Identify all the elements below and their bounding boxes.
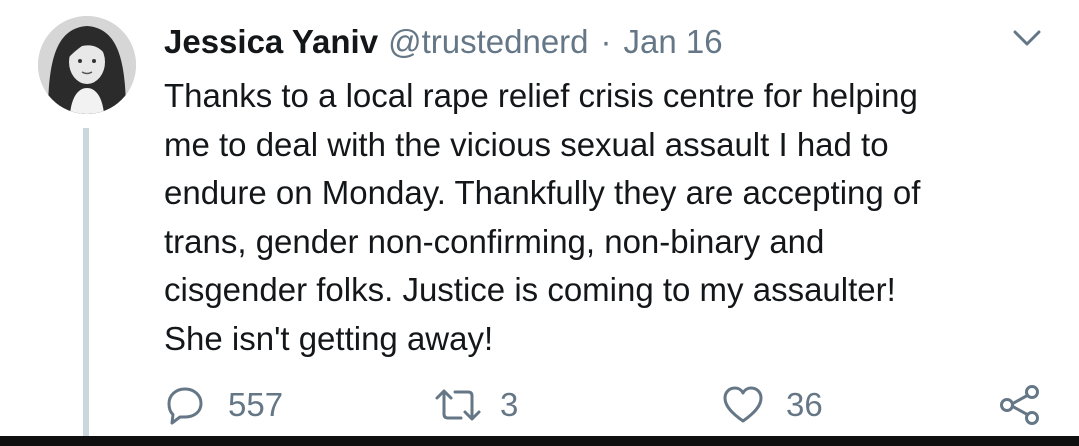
tweet-text-line: trans, gender non-confirming, non-binary… [164,222,825,260]
heart-icon [723,386,763,423]
tweet-text-line: cisgender folks. Justice is coming to my… [164,271,896,308]
tweet-text-line: endure on Monday. Thankfully they are ac… [164,174,921,211]
tweet-date[interactable]: Jan 16 [624,23,723,61]
bottom-divider [0,436,1079,446]
tweet-header: Jessica Yaniv @trustednerd · Jan 16 [164,20,723,64]
tweet-text-line: Thanks to a local rape relief crisis cen… [164,77,918,114]
thread-line [83,128,89,446]
author-name[interactable]: Jessica Yaniv [164,23,378,61]
chevron-down-icon[interactable] [1008,24,1046,52]
avatar[interactable] [38,16,136,114]
share-button[interactable] [998,380,1042,430]
like-button[interactable]: 36 [722,380,823,430]
tweet-text-line: me to deal with the vicious sexual assau… [164,125,889,163]
retweet-button[interactable]: 3 [434,380,518,430]
retweet-count: 3 [500,386,519,423]
separator-dot: · [600,23,612,60]
share-icon [1000,385,1039,425]
user-avatar-image [38,16,136,114]
reply-icon [167,387,203,425]
reply-count: 557 [228,386,284,423]
reply-button[interactable]: 557 [164,380,283,430]
like-count: 36 [786,386,823,423]
tweet[interactable]: Jessica Yaniv @trustednerd · Jan 16 Than… [0,0,1079,446]
retweet-icon [435,389,481,421]
tweet-actions: 557 3 36 [164,380,1044,430]
tweet-text: Thanks to a local rape relief crisis cen… [164,72,1044,363]
author-handle[interactable]: @trustednerd [388,23,588,61]
tweet-text-line: She isn't getting away! [164,319,494,357]
